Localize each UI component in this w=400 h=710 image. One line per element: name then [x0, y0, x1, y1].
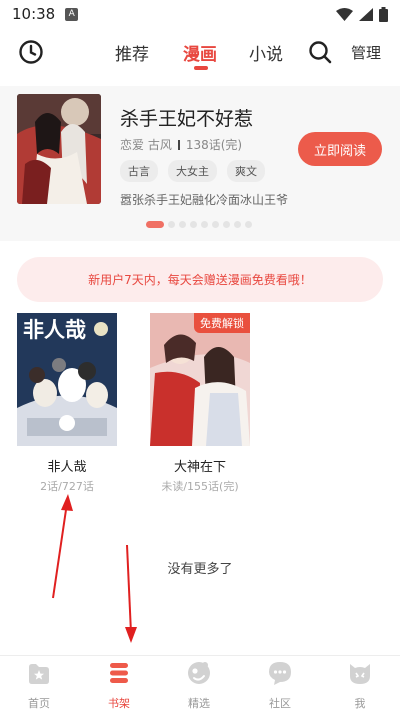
featured-description: 嚣张杀手王妃融化冷面冰山王爷 [120, 193, 289, 207]
signal-icon [359, 7, 373, 21]
profile-cat-icon [350, 664, 370, 684]
comic-title[interactable]: 非人哉 [17, 456, 117, 475]
nav-label: 书架 [108, 697, 130, 710]
home-star-icon [29, 664, 49, 684]
tag-chip: 大女主 [168, 160, 217, 182]
bottom-nav: 首页 书架 精选 社区 我 [0, 655, 400, 710]
battery-icon [379, 6, 388, 22]
carousel-dot[interactable] [168, 221, 175, 228]
comic-title[interactable]: 大神在下 [150, 456, 250, 475]
wifi-icon [336, 7, 353, 21]
active-tab-indicator [194, 66, 208, 70]
nav-label: 精选 [188, 697, 210, 710]
bookshelf-icon [110, 663, 128, 683]
carousel-indicator [146, 221, 252, 228]
top-nav: 推荐 漫画 小说 管理 [0, 28, 400, 76]
featured-title[interactable]: 杀手王妃不好惹 [120, 104, 253, 131]
meta-divider [177, 140, 180, 150]
comic-progress: 2话/727话 [40, 480, 94, 493]
carousel-dot[interactable] [245, 221, 252, 228]
nav-featured[interactable]: 精选 [169, 660, 229, 710]
featured-genre: 恋爱 古风 [120, 138, 172, 152]
read-now-button[interactable]: 立即阅读 [298, 132, 382, 166]
carousel-dot[interactable] [146, 221, 164, 228]
history-clock-icon[interactable] [18, 39, 44, 65]
tab-comics[interactable]: 漫画 [183, 40, 217, 65]
carousel-dot[interactable] [223, 221, 230, 228]
nav-community[interactable]: 社区 [250, 660, 310, 710]
shelf-item-dashenzaixia[interactable]: 免费解锁 大神在下 未读/155话(完) [150, 313, 250, 494]
status-bar: 10:38 A [0, 0, 400, 28]
no-more-label: 没有更多了 [167, 562, 233, 577]
comic-cover-image[interactable]: 免费解锁 [150, 313, 250, 446]
free-unlock-badge: 免费解锁 [194, 313, 250, 333]
comic-progress: 未读/155话(完) [161, 480, 239, 493]
carousel-dot[interactable] [234, 221, 241, 228]
tag-chip: 古言 [120, 160, 158, 182]
new-user-notice[interactable]: 新用户7天内，每天会赠送漫画免费看哦！ [17, 257, 383, 302]
tab-recommend[interactable]: 推荐 [115, 40, 149, 65]
comic-cover-image[interactable]: 非人哉 [17, 313, 117, 446]
search-icon[interactable] [308, 40, 332, 64]
nav-label: 我 [354, 697, 366, 710]
carousel-dot[interactable] [201, 221, 208, 228]
nav-bookshelf[interactable]: 书架 [89, 660, 149, 710]
manage-button[interactable]: 管理 [351, 42, 381, 63]
cover-logo-text: 非人哉 [23, 318, 86, 342]
arrow-up-annotation [52, 494, 73, 599]
nav-label: 首页 [28, 697, 50, 710]
tag-chip: 爽文 [227, 160, 265, 182]
status-time: 10:38 [12, 5, 56, 23]
featured-tags: 古言 大女主 爽文 [120, 160, 265, 182]
carousel-dot[interactable] [179, 221, 186, 228]
shelf-item-feirenzai[interactable]: 非人哉 非人哉 2话/727话 [17, 313, 117, 494]
featured-icon [188, 662, 210, 684]
carousel-dot[interactable] [212, 221, 219, 228]
featured-banner[interactable]: 杀手王妃不好惹 恋爱 古风 138话(完) 古言 大女主 爽文 嚣张杀手王妃融化冷… [0, 86, 400, 241]
featured-meta: 恋爱 古风 138话(完) [120, 136, 242, 153]
nav-label: 社区 [269, 697, 291, 710]
featured-chapters: 138话(完) [185, 138, 243, 152]
nav-me[interactable]: 我 [330, 660, 390, 710]
tab-novels[interactable]: 小说 [249, 40, 283, 65]
nav-home[interactable]: 首页 [9, 660, 69, 710]
status-icons [336, 6, 388, 22]
notification-a-icon: A [65, 7, 79, 21]
community-chat-icon [269, 662, 291, 685]
carousel-dot[interactable] [190, 221, 197, 228]
featured-cover-image[interactable] [17, 94, 101, 204]
